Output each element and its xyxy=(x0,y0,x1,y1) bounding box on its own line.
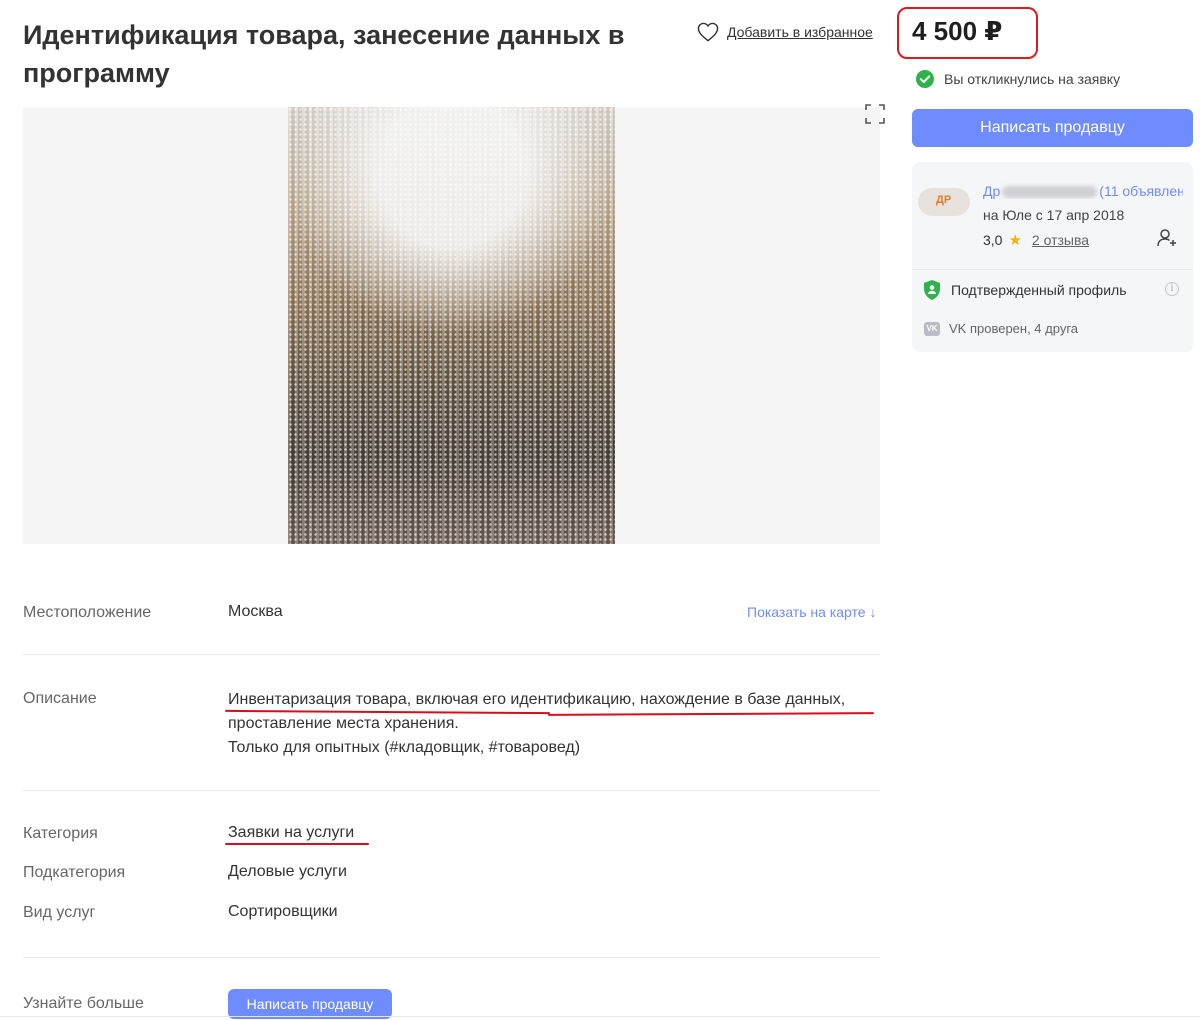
info-icon[interactable]: i xyxy=(1165,282,1179,296)
rating-value: 3,0 xyxy=(983,232,1003,248)
seller-name-link[interactable]: Др (11 объявлен... xyxy=(983,183,1183,199)
price: 4 500 ₽ xyxy=(912,16,1003,46)
description-label: Описание xyxy=(23,690,97,707)
expand-icon[interactable] xyxy=(864,103,886,125)
listing-photo[interactable] xyxy=(288,107,615,544)
verified-profile: Подтвержденный профиль xyxy=(922,279,1127,301)
subcategory-value: Деловые услуги xyxy=(228,863,347,880)
category-label: Категория xyxy=(23,825,98,842)
subcategory-label: Подкатегория xyxy=(23,864,126,881)
shield-check-icon xyxy=(924,280,940,300)
reviews-link[interactable]: 2 отзыва xyxy=(1032,232,1089,248)
learn-more-label: Узнайте больше xyxy=(23,995,144,1012)
responded-status: Вы откликнулись на заявку xyxy=(916,70,1120,88)
subscribe-icon[interactable] xyxy=(1155,226,1179,250)
favorites-label: Добавить в избранное xyxy=(727,24,873,40)
description-text: Инвентаризация товара, включая его идент… xyxy=(228,688,878,760)
description-line: Инвентаризация товара, включая его идент… xyxy=(228,691,846,708)
location-value: Москва xyxy=(228,603,283,620)
contact-seller-button-bottom[interactable]: Написать продавцу xyxy=(228,989,392,1019)
show-on-map-link[interactable]: Показать на карте ↓ xyxy=(747,604,876,620)
service-type-value: Сортировщики xyxy=(228,903,338,920)
vk-verified-label: VK проверен, 4 друга xyxy=(949,321,1079,336)
heart-icon xyxy=(697,22,719,42)
seller-card: ДР Др (11 объявлен... на Юле с 17 апр 201… xyxy=(912,162,1193,352)
vk-icon: VK xyxy=(924,321,940,336)
seller-listing-count: (11 объявлен... xyxy=(1099,183,1183,199)
check-circle-icon xyxy=(916,70,934,88)
page-bottom-divider xyxy=(0,1016,1200,1017)
section-divider xyxy=(23,957,880,958)
contact-seller-button[interactable]: Написать продавцу xyxy=(912,109,1193,147)
section-divider xyxy=(23,654,880,655)
redacted-name xyxy=(1002,186,1098,199)
seller-since: на Юле с 17 апр 2018 xyxy=(983,207,1125,223)
vk-verified: VK VK проверен, 4 друга xyxy=(924,321,1078,336)
underline-annotation xyxy=(225,843,369,845)
avatar[interactable]: ДР xyxy=(918,188,970,216)
card-divider xyxy=(912,269,1193,270)
location-label: Местоположение xyxy=(23,604,152,621)
section-divider xyxy=(23,790,880,791)
seller-rating: 3,0 ★ 2 отзыва xyxy=(983,231,1089,249)
page-title: Идентификация товара, занесение данных в… xyxy=(23,20,625,88)
service-type-label: Вид услуг xyxy=(23,904,96,921)
seller-name-start: Др xyxy=(983,183,1001,199)
responded-text: Вы откликнулись на заявку xyxy=(944,71,1121,87)
category-value: Заявки на услуги xyxy=(228,824,355,841)
avatar-text: ДР xyxy=(936,194,952,206)
description-line: Только для опытных (#кладовщик, #товаров… xyxy=(228,739,581,756)
add-to-favorites-button[interactable]: Добавить в избранное xyxy=(697,22,873,42)
star-icon: ★ xyxy=(1008,232,1022,249)
verified-profile-label: Подтвержденный профиль xyxy=(951,282,1127,298)
photo-gallery[interactable] xyxy=(23,107,880,544)
